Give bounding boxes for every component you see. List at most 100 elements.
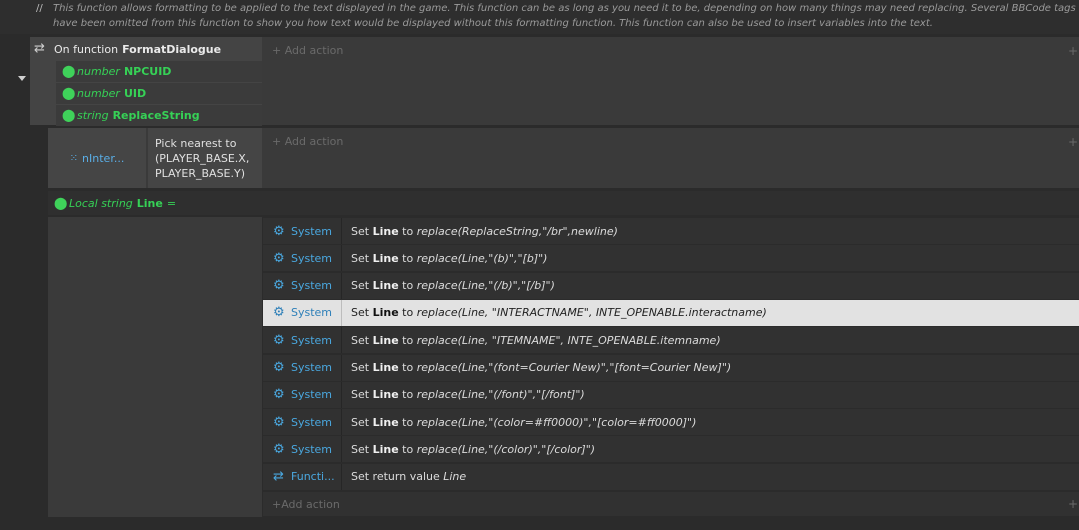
action-variable: Line [372,415,399,429]
action-description[interactable]: Set Line to replace(Line, "ITEMNAME", IN… [342,334,721,347]
action-description[interactable]: Set Line to replace(Line,"(/b)","[/b]") [342,279,555,292]
action-object-name: System [291,306,333,320]
action-to: to [402,251,414,265]
pick-nearest-condition[interactable]: Pick nearest to (PLAYER_BASE.X, PLAYER_B… [148,128,262,188]
param-row[interactable]: ⬤ number NPCUID [56,61,262,82]
action-verb: Set [351,388,370,402]
plus-icon[interactable]: + [1068,44,1078,58]
action-object[interactable]: ⇄ Functi... [263,463,342,490]
gear-icon: ⚙ [273,223,285,239]
action-object-name: Functi... [291,470,335,484]
action-object[interactable]: ⚙ System [263,218,342,244]
action-object[interactable]: ⚙ System [263,327,342,354]
action-object[interactable]: ⚙ System [263,272,342,299]
action-row[interactable]: ⚙ System Set Line to replace(Line, "INTERA… [263,299,1079,326]
condition-text: Pick nearest to [155,137,237,150]
pin-icon: ⬤ [62,108,76,122]
action-row[interactable]: ⚙ System Set Line to replace(Line,"(font=C… [263,354,1079,381]
action-variable: Line [372,388,399,402]
plus-icon[interactable]: + [1068,135,1078,149]
action-object-name: System [291,415,333,429]
action-to: to [402,361,414,374]
action-expression: replace(Line,"(/font)","[/font]") [416,388,585,402]
gear-icon: ⚙ [273,278,285,294]
action-object[interactable]: ⚙ System [263,245,342,272]
action-object-name: System [291,388,333,402]
action-expression: replace(Line,"(b)","[b]") [416,251,548,265]
pin-icon: ⬤ [62,64,76,78]
param-row[interactable]: ⬤ string ReplaceString [56,105,262,126]
action-description[interactable]: Set Line to replace(Line,"(b)","[b]") [342,252,547,265]
action-row[interactable]: ⚙ System Set Line to replace(Line,"(color=… [263,409,1079,436]
object-name: nInter... [82,151,125,165]
action-description[interactable]: Set Line to replace(Line,"(color=#ff0000… [342,416,696,429]
action-description[interactable]: Set Line to replace(Line,"(font=Courier … [342,361,731,374]
gear-icon: ⚙ [273,360,285,375]
action-verb: Set [351,415,370,429]
function-event-header[interactable]: ⇄ On function FormatDialogue [34,39,221,59]
action-expression: replace(ReplaceString,"/br",newline) [416,224,618,238]
local-var-suffix: = [166,196,177,210]
sub-event-conditions-empty[interactable] [48,217,262,517]
action-row[interactable]: ⚙ System Set Line to replace(Line,"(/color… [263,436,1079,463]
action-object[interactable]: ⚙ System [263,436,342,463]
action-row[interactable]: ⇄ Functi... Set return value Line [263,463,1079,490]
action-object-name: System [291,251,333,265]
add-action-link[interactable]: + Add action [263,492,1079,516]
action-object[interactable]: ⚙ System [263,354,342,381]
action-verb: Set [351,442,370,456]
param-type: number [77,65,120,78]
action-expression: replace(Line,"(/b)","[/b]") [416,279,555,293]
action-expression: replace(Line, "ITEMNAME", INTE_OPENABLE.… [416,333,721,347]
gear-icon: ⚙ [273,250,285,266]
action-description[interactable]: Set return value Line [342,470,466,483]
footer-strip [0,518,1079,530]
action-row[interactable]: ⚙ System Set Line to replace(Line,"(/font)… [263,381,1079,408]
action-verb: Set [351,361,370,374]
gear-icon: ⚙ [273,414,285,430]
action-row[interactable]: ⚙ System Set Line to replace(ReplaceString… [263,218,1079,244]
plus-icon[interactable]: + [1068,497,1078,511]
action-expression: replace(Line,"(color=#ff0000)","[color=#… [416,415,697,429]
action-description[interactable]: Set Line to replace(ReplaceString,"/br",… [342,225,618,238]
action-description[interactable]: Set Line to replace(Line,"(/color)","[/c… [342,443,595,456]
comment-text: This function allows formatting to be ap… [53,3,1076,29]
action-description[interactable]: Set Line to replace(Line,"(/font)","[/fo… [342,388,585,401]
event-comment[interactable]: // This function allows formatting to be… [0,0,1079,34]
loop-icon: ⇄ [273,469,284,485]
action-row[interactable]: ⚙ System Set Line to replace(Line,"(/b)","… [263,272,1079,299]
local-variable-row[interactable]: ⬤ Local string Line = [48,191,1079,215]
action-variable: Line [372,333,399,347]
action-to: to [402,224,414,238]
gear-icon: ⚙ [273,305,285,321]
action-verb: Set [351,333,370,347]
action-description[interactable]: Set Line to replace(Line, "INTERACTNAME"… [342,306,767,319]
collapse-arrow-icon[interactable] [18,76,26,81]
action-object-name: System [291,224,333,238]
plus-icon: + [272,44,285,57]
action-object[interactable]: ⚙ System [263,381,342,408]
add-action-link[interactable]: + Add action [272,44,343,57]
action-variable: Line [372,361,399,374]
action-row[interactable]: ⚙ System Set Line to replace(Line,"(b)","[… [263,245,1079,272]
gear-icon: ⚙ [273,441,285,457]
action-verb: Set [351,224,370,238]
function-name: FormatDialogue [122,42,222,56]
action-to: to [402,333,414,347]
action-row[interactable]: ⚙ System Set Line to replace(Line, "ITEMNA… [263,327,1079,354]
action-expression: Line [443,470,467,484]
action-expression: replace(Line,"(/color)","[/color]") [416,442,596,456]
action-to: to [402,388,414,402]
action-object[interactable]: ⚙ System [263,409,342,436]
action-object-name: System [291,442,333,456]
action-variable: Line [372,251,399,265]
add-action-link[interactable]: + Add action [272,135,343,148]
action-object-name: System [291,333,333,347]
comment-prefix: // [36,3,43,14]
sub-event-object[interactable]: ⁙ nInter... [48,128,146,188]
action-verb: Set [351,306,370,320]
plus-icon: + [272,135,285,148]
action-object[interactable]: ⚙ System [263,299,342,326]
action-variable: Line [372,224,399,238]
param-row[interactable]: ⬤ number UID [56,83,262,104]
